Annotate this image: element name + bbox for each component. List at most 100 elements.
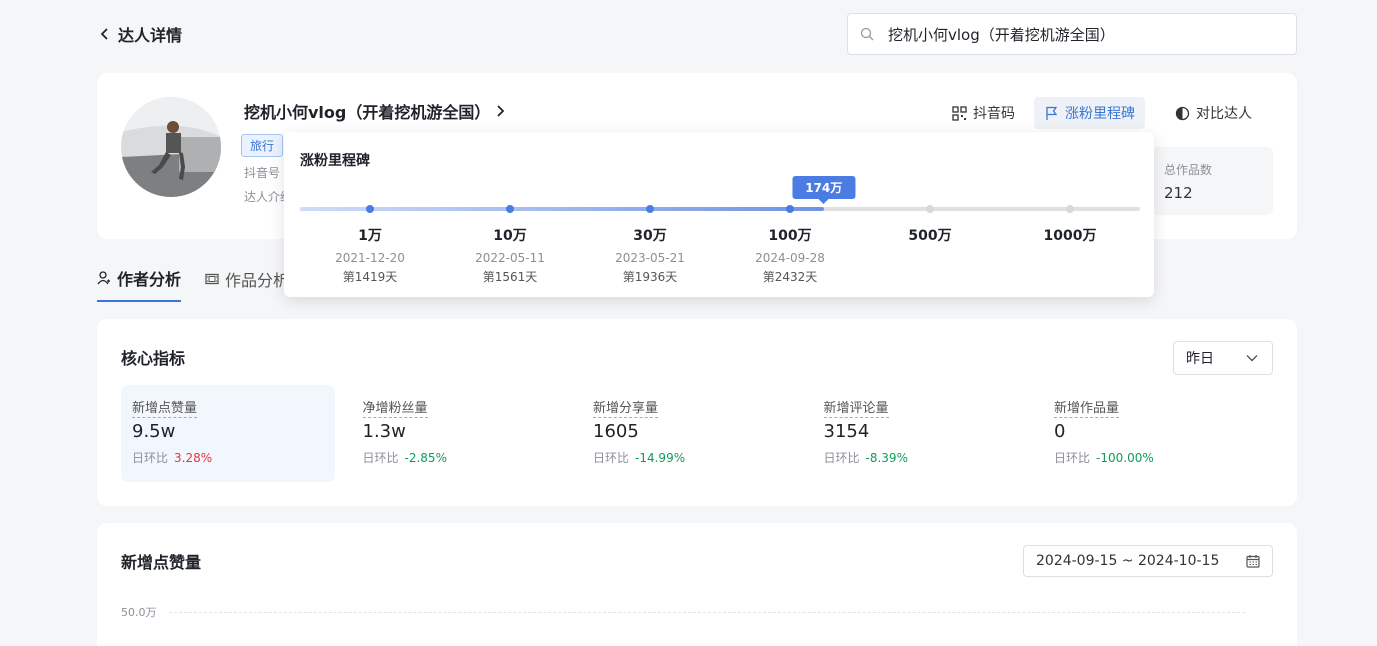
metric-value: 0 — [1054, 421, 1066, 442]
period-select-value: 昨日 — [1186, 351, 1214, 367]
chevron-right-icon — [497, 105, 505, 117]
metric-change-value: -14.99% — [635, 451, 686, 465]
y-axis-tick-label: 50.0万 — [121, 606, 157, 619]
calendar-icon — [1246, 555, 1260, 568]
metric-change-value: -8.39% — [865, 451, 908, 465]
analysis-tabs: 作者分析 作品分析 — [97, 266, 289, 302]
metric-tile[interactable]: 新增分享量 1605 日环比 -14.99% — [582, 385, 796, 482]
metric-value: 3154 — [823, 421, 870, 442]
milestone-days: 第1419天 — [342, 270, 398, 284]
milestone-dot — [926, 205, 934, 213]
metric-change-label: 日环比 — [593, 451, 630, 465]
milestone-days: 第2432天 — [762, 270, 818, 284]
metric-label: 新增分享量 — [593, 397, 659, 418]
milestone-label: 1万 — [358, 228, 382, 244]
tab-author-analysis-label: 作者分析 — [117, 270, 182, 289]
milestone-dot — [786, 205, 794, 213]
compare-button[interactable]: 对比达人 — [1165, 97, 1262, 129]
compare-icon — [1175, 106, 1190, 120]
milestone-label: 100万 — [768, 228, 812, 244]
total-works-stat: 总作品数 212 — [1152, 147, 1273, 215]
metric-change: 日环比 -100.00% — [1054, 449, 1246, 466]
milestone-days: 第1936天 — [622, 270, 678, 284]
metric-change-value: 3.28% — [174, 451, 213, 465]
milestone-item: 1000万 — [1020, 225, 1120, 251]
chevron-left-icon — [100, 28, 108, 40]
milestone-date: 2023-05-21 — [615, 251, 685, 265]
tab-works-analysis[interactable]: 作品分析 — [205, 266, 289, 302]
page-title: 达人详情 — [118, 26, 183, 45]
milestone-date: 2022-05-11 — [475, 251, 545, 265]
qr-code-icon — [952, 105, 967, 121]
metric-change-value: -100.00% — [1096, 451, 1154, 465]
metric-label: 净增粉丝量 — [362, 397, 428, 418]
date-range-picker[interactable]: 2024-09-15 ~ 2024-10-15 — [1023, 545, 1273, 577]
milestone-item: 100万 2024-09-28 第2432天 — [740, 225, 840, 285]
milestone-item: 1万 2021-12-20 第1419天 — [320, 225, 420, 285]
compare-label: 对比达人 — [1196, 106, 1252, 122]
avatar — [121, 97, 221, 197]
search-value: 挖机小何vlog（开着挖机游全国） — [888, 25, 1115, 44]
flag-icon — [1046, 106, 1058, 120]
back-button[interactable]: 达人详情 — [100, 22, 182, 46]
category-tag: 旅行 — [241, 134, 284, 157]
metric-change: 日环比 3.28% — [132, 449, 324, 466]
core-metrics-card: 核心指标 昨日 新增点赞量 9.5w 日环比 3.28% 净增粉丝量 1.3w 日环比 -2.… — [97, 319, 1297, 506]
milestone-dot — [506, 205, 514, 213]
milestone-date: 2024-09-28 — [755, 251, 825, 265]
metric-tile[interactable]: 新增作品量 0 日环比 -100.00% — [1043, 385, 1257, 482]
metric-label: 新增评论量 — [823, 397, 889, 418]
milestone-popup-title: 涨粉里程碑 — [300, 153, 370, 169]
total-works-value: 212 — [1164, 184, 1193, 202]
milestone-label: 10万 — [493, 228, 527, 244]
milestone-popup: 涨粉里程碑 174万 1万 2021-12-20 第1419天 10万 2022-05-… — [284, 132, 1154, 297]
period-select[interactable]: 昨日 — [1173, 341, 1273, 375]
metric-change: 日环比 -2.85% — [363, 449, 555, 466]
tab-works-analysis-label: 作品分析 — [225, 271, 290, 290]
date-range-value: 2024-09-15 ~ 2024-10-15 — [1036, 553, 1220, 569]
total-works-label: 总作品数 — [1164, 163, 1213, 177]
milestone-item: 30万 2023-05-21 第1936天 — [600, 225, 700, 285]
milestone-item: 10万 2022-05-11 第1561天 — [460, 225, 560, 285]
likes-chart-title: 新增点赞量 — [121, 553, 202, 572]
metric-value: 1.3w — [362, 421, 406, 442]
milestone-dot — [1066, 205, 1074, 213]
douyin-id-label: 抖音号 — [244, 166, 281, 180]
milestone-track: 174万 — [300, 176, 1140, 213]
tab-author-analysis[interactable]: 作者分析 — [97, 266, 182, 302]
search-icon — [860, 27, 874, 41]
milestone-button[interactable]: 涨粉里程碑 — [1034, 97, 1145, 129]
milestone-label: 30万 — [633, 228, 667, 244]
milestone-dot — [366, 205, 374, 213]
milestone-date: 2021-12-20 — [335, 251, 405, 265]
metric-tile[interactable]: 新增评论量 3154 日环比 -8.39% — [813, 385, 1027, 482]
douyin-code-button[interactable]: 抖音码 — [942, 97, 1025, 129]
metric-change-label: 日环比 — [1054, 451, 1091, 465]
profile-name-link[interactable]: 挖机小何vlog（开着挖机游全国） — [244, 99, 505, 123]
current-fans-bubble: 174万 — [792, 176, 856, 199]
user-icon — [97, 271, 110, 285]
douyin-code-label: 抖音码 — [973, 106, 1015, 122]
gridline — [169, 612, 1245, 613]
metric-value: 9.5w — [132, 421, 176, 442]
chevron-down-icon — [1246, 355, 1258, 362]
metric-label: 新增作品量 — [1054, 397, 1120, 418]
milestone-label: 1000万 — [1043, 228, 1097, 244]
milestone-days: 第1561天 — [482, 270, 538, 284]
search-input[interactable]: 挖机小何vlog（开着挖机游全国） — [847, 13, 1297, 55]
metric-change-label: 日环比 — [362, 451, 399, 465]
profile-name: 挖机小何vlog（开着挖机游全国） — [244, 103, 491, 122]
metric-tile[interactable]: 新增点赞量 9.5w 日环比 3.28% — [121, 385, 335, 482]
milestone-progress-fill — [300, 207, 824, 211]
likes-chart-card: 新增点赞量 2024-09-15 ~ 2024-10-15 50.0万 — [97, 523, 1297, 646]
milestone-label: 涨粉里程碑 — [1065, 106, 1135, 122]
metric-change-value: -2.85% — [404, 451, 447, 465]
milestone-dot — [646, 205, 654, 213]
metric-change: 日环比 -14.99% — [593, 449, 785, 466]
metric-tile[interactable]: 净增粉丝量 1.3w 日环比 -2.85% — [352, 385, 566, 482]
core-metrics-title: 核心指标 — [121, 349, 186, 368]
milestone-label: 500万 — [908, 228, 952, 244]
metric-label: 新增点赞量 — [132, 397, 198, 418]
metric-change-label: 日环比 — [823, 451, 860, 465]
milestone-item: 500万 — [880, 225, 980, 251]
